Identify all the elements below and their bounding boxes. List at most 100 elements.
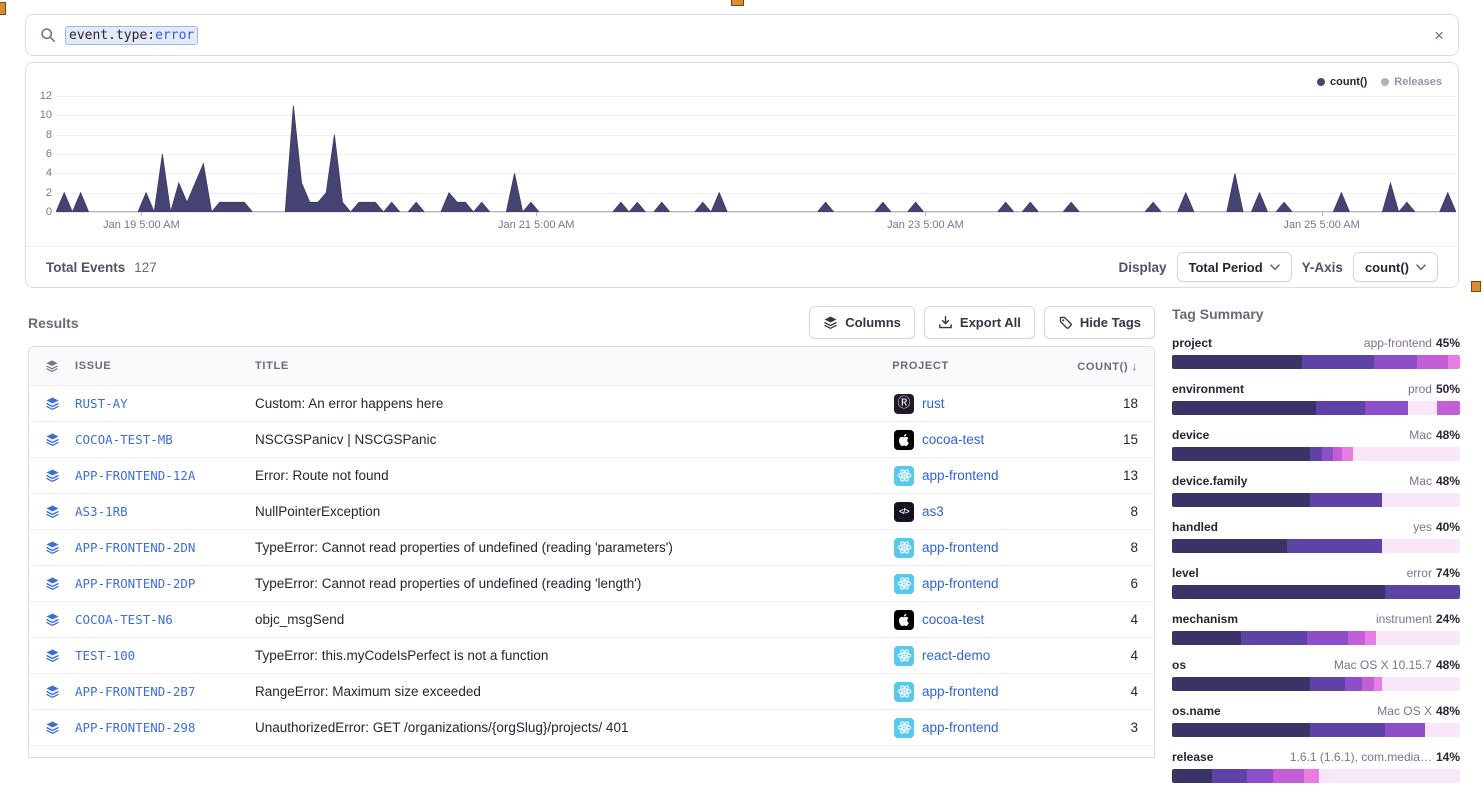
tag-top-percent: 50% [1436, 382, 1460, 396]
tag-top-percent: 48% [1436, 658, 1460, 672]
x-tick-label: Jan 21 5:00 AM [498, 219, 574, 231]
project-link[interactable]: cocoa-test [922, 612, 984, 627]
tag-distribution-bar[interactable] [1172, 585, 1460, 599]
tag-distribution-bar[interactable] [1172, 631, 1460, 645]
project-link[interactable]: as3 [922, 504, 944, 519]
tag-bar-segment [1310, 493, 1382, 507]
column-header-title[interactable]: TITLE [255, 360, 892, 372]
export-all-button[interactable]: Export All [924, 306, 1035, 339]
legend-dot-icon [1381, 78, 1389, 86]
tag-bar-segment [1425, 723, 1460, 737]
project-link[interactable]: app-frontend [922, 720, 999, 735]
column-header-project[interactable]: PROJECT [892, 360, 1077, 372]
tag-top-value: app-frontend [1364, 336, 1432, 350]
tag-key: mechanism [1172, 612, 1238, 626]
tag-bar-segment [1448, 355, 1460, 369]
legend-item-count[interactable]: count() [1317, 76, 1367, 88]
issue-stack-icon [29, 648, 75, 663]
issue-title: UnauthorizedError: GET /organizations/{o… [255, 720, 894, 735]
event-count: 6 [1079, 576, 1154, 591]
x-tick [1322, 212, 1323, 216]
react-platform-icon [894, 718, 914, 738]
project-link[interactable]: app-frontend [922, 540, 999, 555]
tag-top-value: Mac [1409, 428, 1432, 442]
column-header-issue[interactable]: ISSUE [75, 360, 255, 372]
tag-top-value: Mac OS X [1377, 704, 1432, 718]
tag-distribution-bar[interactable] [1172, 447, 1460, 461]
issue-link[interactable]: AS3-1RB [75, 504, 128, 519]
project-link[interactable]: cocoa-test [922, 432, 984, 447]
project-link[interactable]: react-demo [922, 648, 990, 663]
tag-top-value: Mac OS X 10.15.7 [1334, 658, 1432, 672]
react-platform-icon [894, 646, 914, 666]
tag-bar-segment [1345, 677, 1362, 691]
tag-bar-segment [1382, 493, 1460, 507]
x-tick [925, 212, 926, 216]
tag-bar-segment [1310, 447, 1322, 461]
project-link[interactable]: app-frontend [922, 576, 999, 591]
search-query-token[interactable]: event.type:error [65, 26, 198, 45]
tag-bar-segment [1417, 355, 1449, 369]
tag-bar-segment [1172, 677, 1310, 691]
search-bar[interactable]: event.type:error × [25, 14, 1459, 56]
project-link[interactable]: app-frontend [922, 468, 999, 483]
tag-distribution-bar[interactable] [1172, 769, 1460, 783]
issue-link[interactable]: APP-FRONTEND-2B7 [75, 684, 195, 699]
table-row: COCOA-TEST-N6 objc_msgSend cocoa-test 4 [29, 601, 1154, 637]
tag-distribution-bar[interactable] [1172, 493, 1460, 507]
issue-link[interactable]: RUST-AY [75, 396, 128, 411]
tag-top-value: yes [1413, 520, 1432, 534]
tag-distribution-bar[interactable] [1172, 539, 1460, 553]
tag-key: level [1172, 566, 1199, 580]
tag-distribution-bar[interactable] [1172, 723, 1460, 737]
issue-link[interactable]: APP-FRONTEND-2DN [75, 540, 195, 555]
tag-entry-device: device Mac 48% [1172, 428, 1460, 461]
search-clear-icon[interactable]: × [1434, 27, 1444, 44]
issue-link[interactable]: APP-FRONTEND-2DP [75, 576, 195, 591]
table-row: APP-FRONTEND-12A Error: Route not found … [29, 457, 1154, 493]
hide-tags-button[interactable]: Hide Tags [1044, 306, 1155, 339]
table-row: AS3-1RB NullPointerException </>as3 8 [29, 493, 1154, 529]
tag-top-percent: 74% [1436, 566, 1460, 580]
crop-handle [731, 0, 744, 6]
tag-bar-segment [1273, 769, 1305, 783]
display-dropdown[interactable]: Total Period [1177, 252, 1292, 282]
project-link[interactable]: app-frontend [922, 684, 999, 699]
issue-stack-icon [29, 612, 75, 627]
tag-entry-device-family: device.family Mac 48% [1172, 474, 1460, 507]
issue-link[interactable]: TEST-100 [75, 648, 135, 663]
layers-icon [29, 359, 75, 373]
issue-link[interactable]: COCOA-TEST-MB [75, 432, 173, 447]
events-area-chart[interactable]: Jan 19 5:00 AMJan 21 5:00 AMJan 23 5:00 … [56, 96, 1456, 212]
x-tick-label: Jan 25 5:00 AM [1283, 219, 1359, 231]
tag-bar-segment [1437, 401, 1460, 415]
legend-item-Releases[interactable]: Releases [1381, 76, 1442, 88]
y-axis-dropdown[interactable]: count() [1353, 252, 1438, 282]
project-link[interactable]: rust [922, 396, 945, 411]
chart-y-axis: 024681012 [30, 90, 52, 218]
tag-distribution-bar[interactable] [1172, 401, 1460, 415]
x-tick [141, 212, 142, 216]
issue-link[interactable]: APP-FRONTEND-298 [75, 720, 195, 735]
event-count: 4 [1079, 684, 1154, 699]
display-label: Display [1118, 260, 1166, 275]
tag-distribution-bar[interactable] [1172, 355, 1460, 369]
issue-stack-icon [29, 396, 75, 411]
tag-bar-segment [1374, 355, 1417, 369]
issue-link[interactable]: APP-FRONTEND-12A [75, 468, 195, 483]
issue-link[interactable]: COCOA-TEST-N6 [75, 612, 173, 627]
tag-key: project [1172, 336, 1212, 350]
issue-title: TypeError: this.myCodeIsPerfect is not a… [255, 648, 894, 663]
total-events-value: 127 [134, 260, 157, 275]
columns-button[interactable]: Columns [809, 306, 915, 339]
x-tick-label: Jan 19 5:00 AM [103, 219, 179, 231]
tag-top-value: prod [1408, 382, 1432, 396]
count-series-area [56, 96, 1456, 212]
issue-title: Custom: An error happens here [255, 396, 894, 411]
chevron-down-icon [1270, 264, 1280, 271]
crop-handle [1471, 281, 1481, 292]
tag-bar-segment [1172, 585, 1385, 599]
table-header-row: ISSUE TITLE PROJECT COUNT()↓ [29, 347, 1154, 385]
column-header-count[interactable]: COUNT()↓ [1077, 359, 1154, 373]
tag-distribution-bar[interactable] [1172, 677, 1460, 691]
